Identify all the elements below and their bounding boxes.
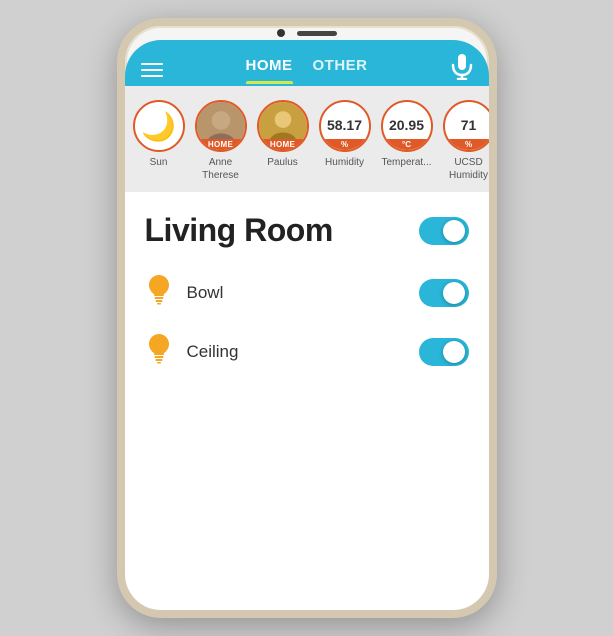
humidity-label: Humidity	[325, 156, 364, 169]
paulus-badge: HOME	[259, 139, 307, 150]
temperature-value: 20.95	[389, 118, 424, 133]
temperature-unit: °C	[383, 139, 431, 150]
humidity-unit: %	[321, 139, 369, 150]
room-header: Living Room	[145, 212, 469, 249]
temperature-circle: 20.95 °C	[381, 100, 433, 152]
ceiling-name: Ceiling	[187, 342, 239, 362]
screen: HOME OTHER 🌙	[125, 40, 489, 610]
phone-frame: HOME OTHER 🌙	[0, 0, 613, 636]
bowl-left: Bowl	[145, 273, 224, 312]
paulus-circle: HOME	[257, 100, 309, 152]
ceiling-toggle[interactable]	[419, 338, 469, 366]
bowl-name: Bowl	[187, 283, 224, 303]
humidity-value: 58.17	[327, 118, 362, 133]
moon-symbol: 🌙	[141, 110, 176, 143]
sensor-ucsd-humidity[interactable]: 71 % UCSD Humidity	[443, 100, 489, 182]
room-title: Living Room	[145, 212, 333, 249]
sensor-temperature[interactable]: 20.95 °C Temperat...	[381, 100, 433, 182]
sensor-sun[interactable]: 🌙 Sun	[133, 100, 185, 182]
sensor-humidity[interactable]: 58.17 % Humidity	[319, 100, 371, 182]
anne-badge: HOME	[197, 139, 245, 150]
device-ceiling: Ceiling	[145, 332, 469, 371]
room-toggle[interactable]	[419, 217, 469, 245]
sun-circle: 🌙	[133, 100, 185, 152]
ucsd-humidity-circle: 71 %	[443, 100, 489, 152]
ucsd-humidity-label: UCSD Humidity	[449, 156, 488, 182]
tab-home[interactable]: HOME	[246, 57, 293, 84]
ceiling-bulb-icon	[145, 332, 173, 371]
bowl-bulb-icon	[145, 273, 173, 312]
anne-label: Anne Therese	[202, 156, 239, 182]
front-camera	[277, 29, 285, 37]
paulus-label: Paulus	[267, 156, 298, 169]
nav-bar: HOME OTHER	[125, 40, 489, 86]
bowl-toggle[interactable]	[419, 279, 469, 307]
ucsd-humidity-value: 71	[461, 118, 477, 133]
ucsd-humidity-unit: %	[445, 139, 489, 150]
sensors-bar: 🌙 Sun HOME	[125, 86, 489, 192]
hamburger-menu-button[interactable]	[141, 63, 163, 77]
sensor-anne[interactable]: HOME Anne Therese	[195, 100, 247, 182]
device-list: Bowl	[145, 273, 469, 371]
humidity-circle: 58.17 %	[319, 100, 371, 152]
nav-tabs: HOME OTHER	[246, 57, 368, 84]
sun-label: Sun	[150, 156, 168, 169]
phone-body: HOME OTHER 🌙	[117, 18, 497, 618]
temperature-label: Temperat...	[381, 156, 431, 169]
ceiling-left: Ceiling	[145, 332, 239, 371]
device-bowl: Bowl	[145, 273, 469, 312]
anne-circle: HOME	[195, 100, 247, 152]
phone-speaker	[297, 31, 337, 36]
tab-other[interactable]: OTHER	[313, 57, 368, 84]
main-content: Living Room	[125, 192, 489, 610]
microphone-icon[interactable]	[451, 54, 473, 86]
phone-top	[247, 26, 367, 40]
sensor-paulus[interactable]: HOME Paulus	[257, 100, 309, 182]
